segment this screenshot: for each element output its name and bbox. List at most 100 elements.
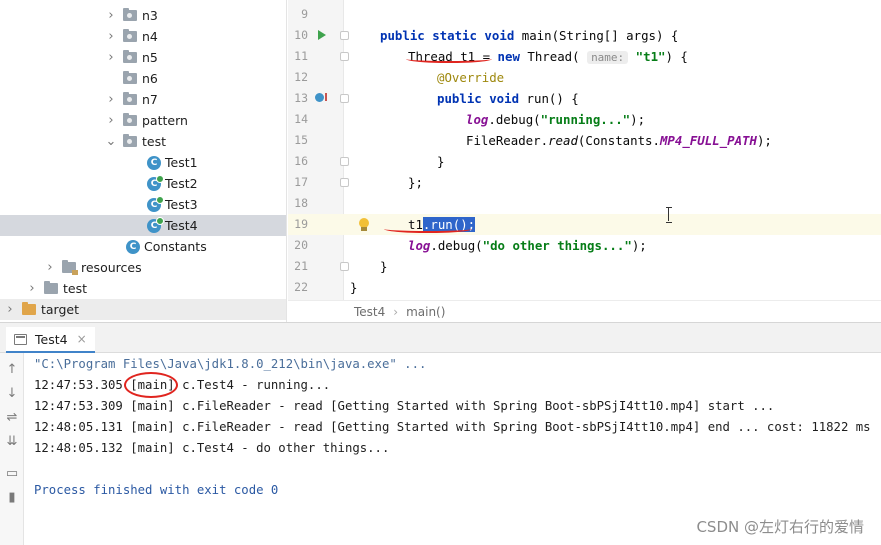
code-line-13[interactable]: 13 public void run() { — [288, 88, 881, 109]
code-line-12[interactable]: 12 @Override — [288, 67, 881, 88]
expand-arrow-icon[interactable]: › — [105, 92, 117, 107]
console-line: 12:47:53.305 [main] c.Test4 - running... — [34, 378, 331, 392]
line-number: 12 — [294, 70, 308, 84]
line-number: 17 — [294, 175, 308, 189]
tree-item-test2[interactable]: C Test2 — [0, 173, 286, 194]
line-number: 10 — [294, 28, 308, 42]
code-line-11[interactable]: 11 Thread t1 = new Thread( name: "t1") { — [288, 46, 881, 67]
expand-arrow-icon[interactable]: › — [4, 302, 16, 317]
tree-item-constants[interactable]: C Constants — [0, 236, 286, 257]
code-editor[interactable]: 9 10 public static void main(String[] ar… — [288, 0, 881, 322]
arrow-up-icon[interactable]: ↑ — [3, 361, 21, 379]
code-line-10[interactable]: 10 public static void main(String[] args… — [288, 25, 881, 46]
code-text: log.debug("running..."); — [466, 112, 646, 127]
code-line-18[interactable]: 18 — [288, 193, 881, 214]
line-number: 18 — [294, 196, 308, 210]
code-text: } — [437, 154, 445, 169]
console-exit-line: Process finished with exit code 0 — [34, 483, 279, 497]
override-gutter-icon[interactable] — [315, 93, 327, 102]
tree-item-n7[interactable]: › n7 — [0, 89, 286, 110]
breadcrumb-item-method[interactable]: main() — [406, 305, 445, 319]
tree-item-n3[interactable]: › n3 — [0, 5, 286, 26]
line-number: 22 — [294, 280, 308, 294]
line-number: 16 — [294, 154, 308, 168]
tree-item-test4[interactable]: C Test4 — [0, 215, 286, 236]
tree-item-resources[interactable]: › resources — [0, 257, 286, 278]
line-number: 13 — [294, 91, 308, 105]
expand-arrow-icon[interactable]: › — [105, 113, 117, 128]
code-line-17[interactable]: 17 }; — [288, 172, 881, 193]
expand-arrow-icon[interactable]: › — [26, 281, 38, 296]
tree-item-label: n4 — [142, 29, 158, 44]
fold-marker-icon[interactable] — [340, 157, 349, 166]
tree-item-label: resources — [81, 260, 142, 275]
package-icon — [123, 134, 137, 147]
expand-arrow-icon[interactable]: › — [105, 8, 117, 23]
tree-item-test3[interactable]: C Test3 — [0, 194, 286, 215]
code-line-15[interactable]: 15 FileReader.read(Constants.MP4_FULL_PA… — [288, 130, 881, 151]
line-number: 15 — [294, 133, 308, 147]
fold-marker-icon[interactable] — [340, 262, 349, 271]
expand-arrow-icon[interactable]: › — [44, 260, 56, 275]
line-number: 9 — [301, 7, 308, 21]
code-line-9[interactable]: 9 — [288, 4, 881, 25]
tree-item-target[interactable]: › target — [0, 299, 286, 320]
code-text: FileReader.read(Constants.MP4_FULL_PATH)… — [466, 133, 772, 148]
tree-item-n6[interactable]: › n6 — [0, 68, 286, 89]
print-icon[interactable]: ▭ — [3, 465, 21, 483]
run-tab-bar: Test4 × — [0, 323, 881, 353]
trash-icon[interactable]: ▮ — [3, 489, 21, 507]
folder-icon — [44, 281, 58, 294]
red-circle-mark — [124, 372, 178, 398]
red-underline-mark — [384, 225, 472, 233]
code-text: @Override — [437, 70, 505, 85]
tree-item-test-package[interactable]: ⌄ test — [0, 131, 286, 152]
code-line-19[interactable]: 19 t1.run(); — [288, 214, 881, 235]
fold-marker-icon[interactable] — [340, 31, 349, 40]
project-tree: › n3 › n4 › n5 › n6 › n7 › pattern ⌄ tes… — [0, 0, 287, 322]
code-line-21[interactable]: 21 } — [288, 256, 881, 277]
code-text: } — [350, 280, 358, 295]
tree-item-label: test — [142, 134, 167, 149]
tree-item-test-folder[interactable]: › test — [0, 278, 286, 299]
tree-item-n4[interactable]: › n4 — [0, 26, 286, 47]
java-class-icon: C — [126, 239, 140, 254]
arrow-down-icon[interactable]: ↓ — [3, 385, 21, 403]
fold-marker-icon[interactable] — [340, 178, 349, 187]
package-icon — [123, 29, 137, 42]
code-text: public static void main(String[] args) { — [380, 28, 679, 43]
package-icon — [123, 92, 137, 105]
run-tab-label: Test4 — [35, 331, 68, 347]
code-line-20[interactable]: 20 log.debug("do other things..."); — [288, 235, 881, 256]
tree-item-label: n3 — [142, 8, 158, 23]
tree-item-pattern[interactable]: › pattern — [0, 110, 286, 131]
breadcrumb-item-class[interactable]: Test4 — [354, 305, 385, 319]
fold-marker-icon[interactable] — [340, 94, 349, 103]
expand-arrow-icon[interactable]: › — [105, 50, 117, 65]
lightbulb-icon[interactable] — [358, 218, 370, 231]
line-number: 21 — [294, 259, 308, 273]
soft-wrap-icon[interactable]: ⇌ — [3, 409, 21, 427]
tree-item-n5[interactable]: › n5 — [0, 47, 286, 68]
run-tab-test4[interactable]: Test4 × — [6, 327, 95, 353]
code-line-22[interactable]: 22 } — [288, 277, 881, 298]
tree-item-test1[interactable]: C Test1 — [0, 152, 286, 173]
package-icon — [123, 50, 137, 63]
collapse-arrow-icon[interactable]: ⌄ — [105, 134, 117, 149]
close-icon[interactable]: × — [77, 332, 87, 346]
run-toolbar: ↑ ↓ ⇌ ⇊ ▭ ▮ — [0, 353, 24, 545]
scroll-to-end-icon[interactable]: ⇊ — [3, 433, 21, 451]
line-number: 11 — [294, 49, 308, 63]
console-line: 12:48:05.131 [main] c.FileReader - read … — [34, 420, 871, 434]
code-line-16[interactable]: 16 } — [288, 151, 881, 172]
code-line-14[interactable]: 14 log.debug("running..."); — [288, 109, 881, 130]
console-line: "C:\Program Files\Java\jdk1.8.0_212\bin\… — [34, 357, 427, 371]
code-text: } — [380, 259, 388, 274]
text-cursor-icon — [666, 207, 672, 223]
fold-marker-icon[interactable] — [340, 52, 349, 61]
run-gutter-icon[interactable] — [318, 30, 326, 40]
expand-arrow-icon[interactable]: › — [105, 29, 117, 44]
breadcrumb: Test4 › main() — [288, 300, 881, 322]
console-line: 12:48:05.132 [main] c.Test4 - do other t… — [34, 441, 390, 455]
line-number: 14 — [294, 112, 308, 126]
